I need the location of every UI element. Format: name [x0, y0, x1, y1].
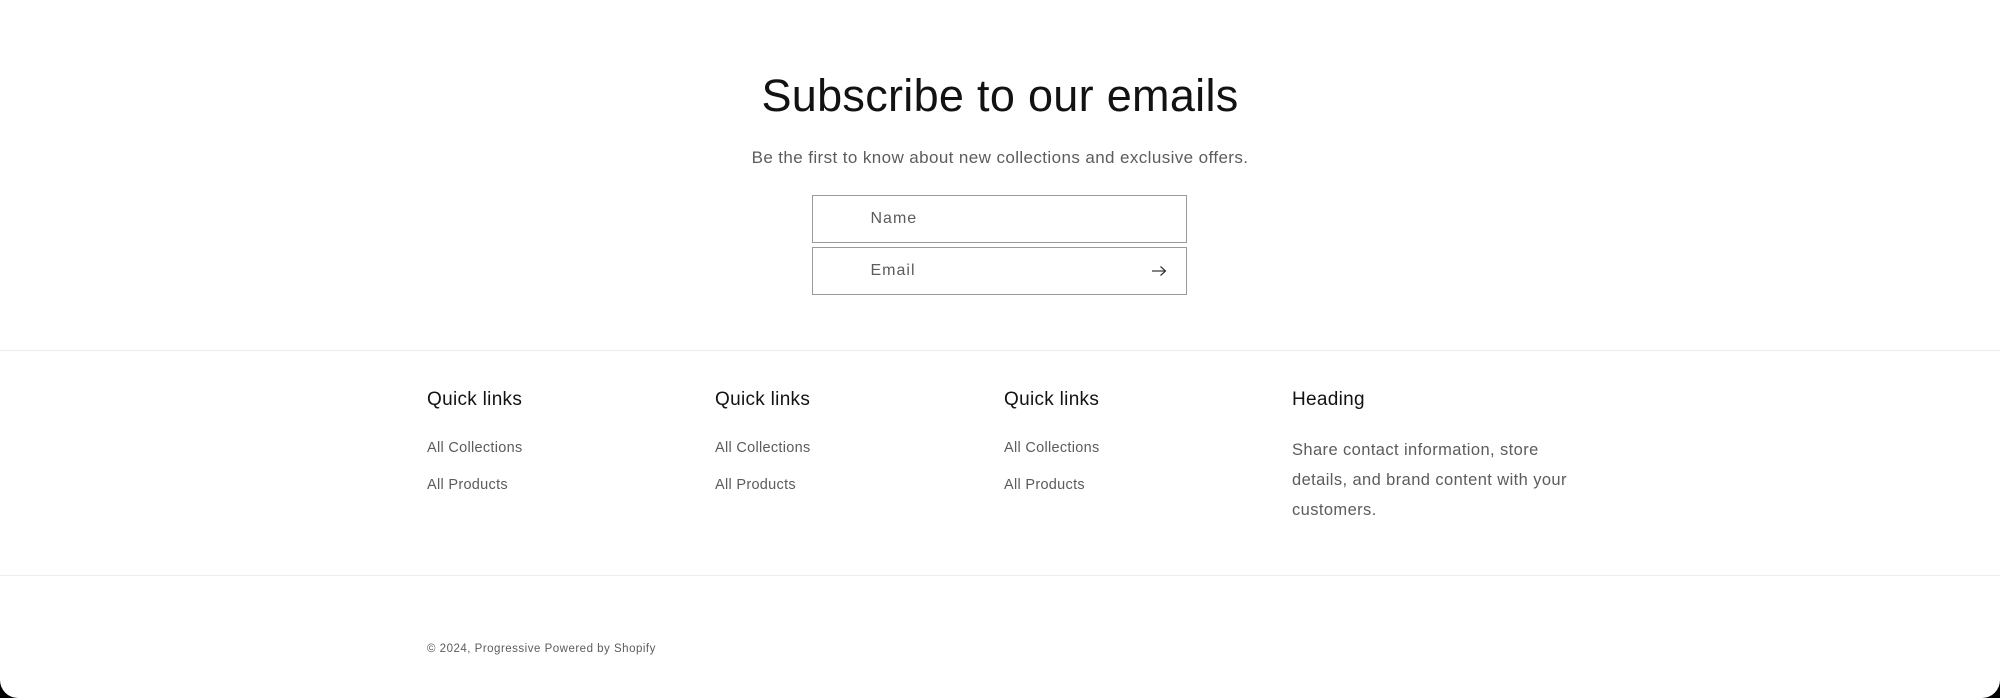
footer-column-heading: Quick links [1004, 389, 1100, 410]
footer-link-list: All Collections All Products [715, 437, 811, 511]
footer-link-all-collections[interactable]: All Collections [715, 440, 811, 456]
email-field[interactable] [812, 247, 1187, 295]
footer-column-quick-links-2: Quick links All Collections All Products [715, 387, 995, 493]
footer-divider [0, 575, 2000, 576]
page: Subscribe to our emails Be the first to … [0, 0, 2000, 698]
name-field[interactable] [812, 195, 1187, 243]
email-input[interactable] [849, 248, 1150, 294]
footer-link-all-products[interactable]: All Products [427, 477, 508, 493]
footer-info-text: Share contact information, store details… [1292, 441, 1567, 519]
newsletter-title: Subscribe to our emails [761, 70, 1239, 121]
footer-link-all-collections[interactable]: All Collections [427, 440, 523, 456]
powered-by-shopify-link[interactable]: Powered by Shopify [545, 643, 656, 655]
copyright-prefix: © 2024, [427, 643, 471, 655]
footer-link-all-products[interactable]: All Products [1004, 477, 1085, 493]
name-input[interactable] [849, 196, 1150, 242]
section-divider [0, 350, 2000, 351]
footer-column-heading: Quick links [427, 389, 523, 410]
footer-column-heading: Heading [1292, 389, 1365, 410]
footer-column-quick-links-3: Quick links All Collections All Products [1004, 387, 1284, 493]
footer-column-quick-links-1: Quick links All Collections All Products [427, 387, 707, 493]
footer-column-heading: Quick links [715, 389, 811, 410]
footer-column-info: Heading Share contact information, store… [1292, 387, 1572, 519]
footer-link-all-collections[interactable]: All Collections [1004, 440, 1100, 456]
store-name-link[interactable]: Progressive [475, 643, 541, 655]
subscribe-button[interactable] [1138, 248, 1180, 294]
arrow-right-icon [1152, 266, 1167, 276]
newsletter-subtitle: Be the first to know about new collectio… [751, 148, 1249, 167]
footer-link-list: All Collections All Products [427, 437, 523, 511]
footer-link-list: All Collections All Products [1004, 437, 1100, 511]
copyright: © 2024, Progressive Powered by Shopify [427, 641, 656, 657]
footer-link-all-products[interactable]: All Products [715, 477, 796, 493]
newsletter-section: Subscribe to our emails Be the first to … [0, 0, 2000, 350]
